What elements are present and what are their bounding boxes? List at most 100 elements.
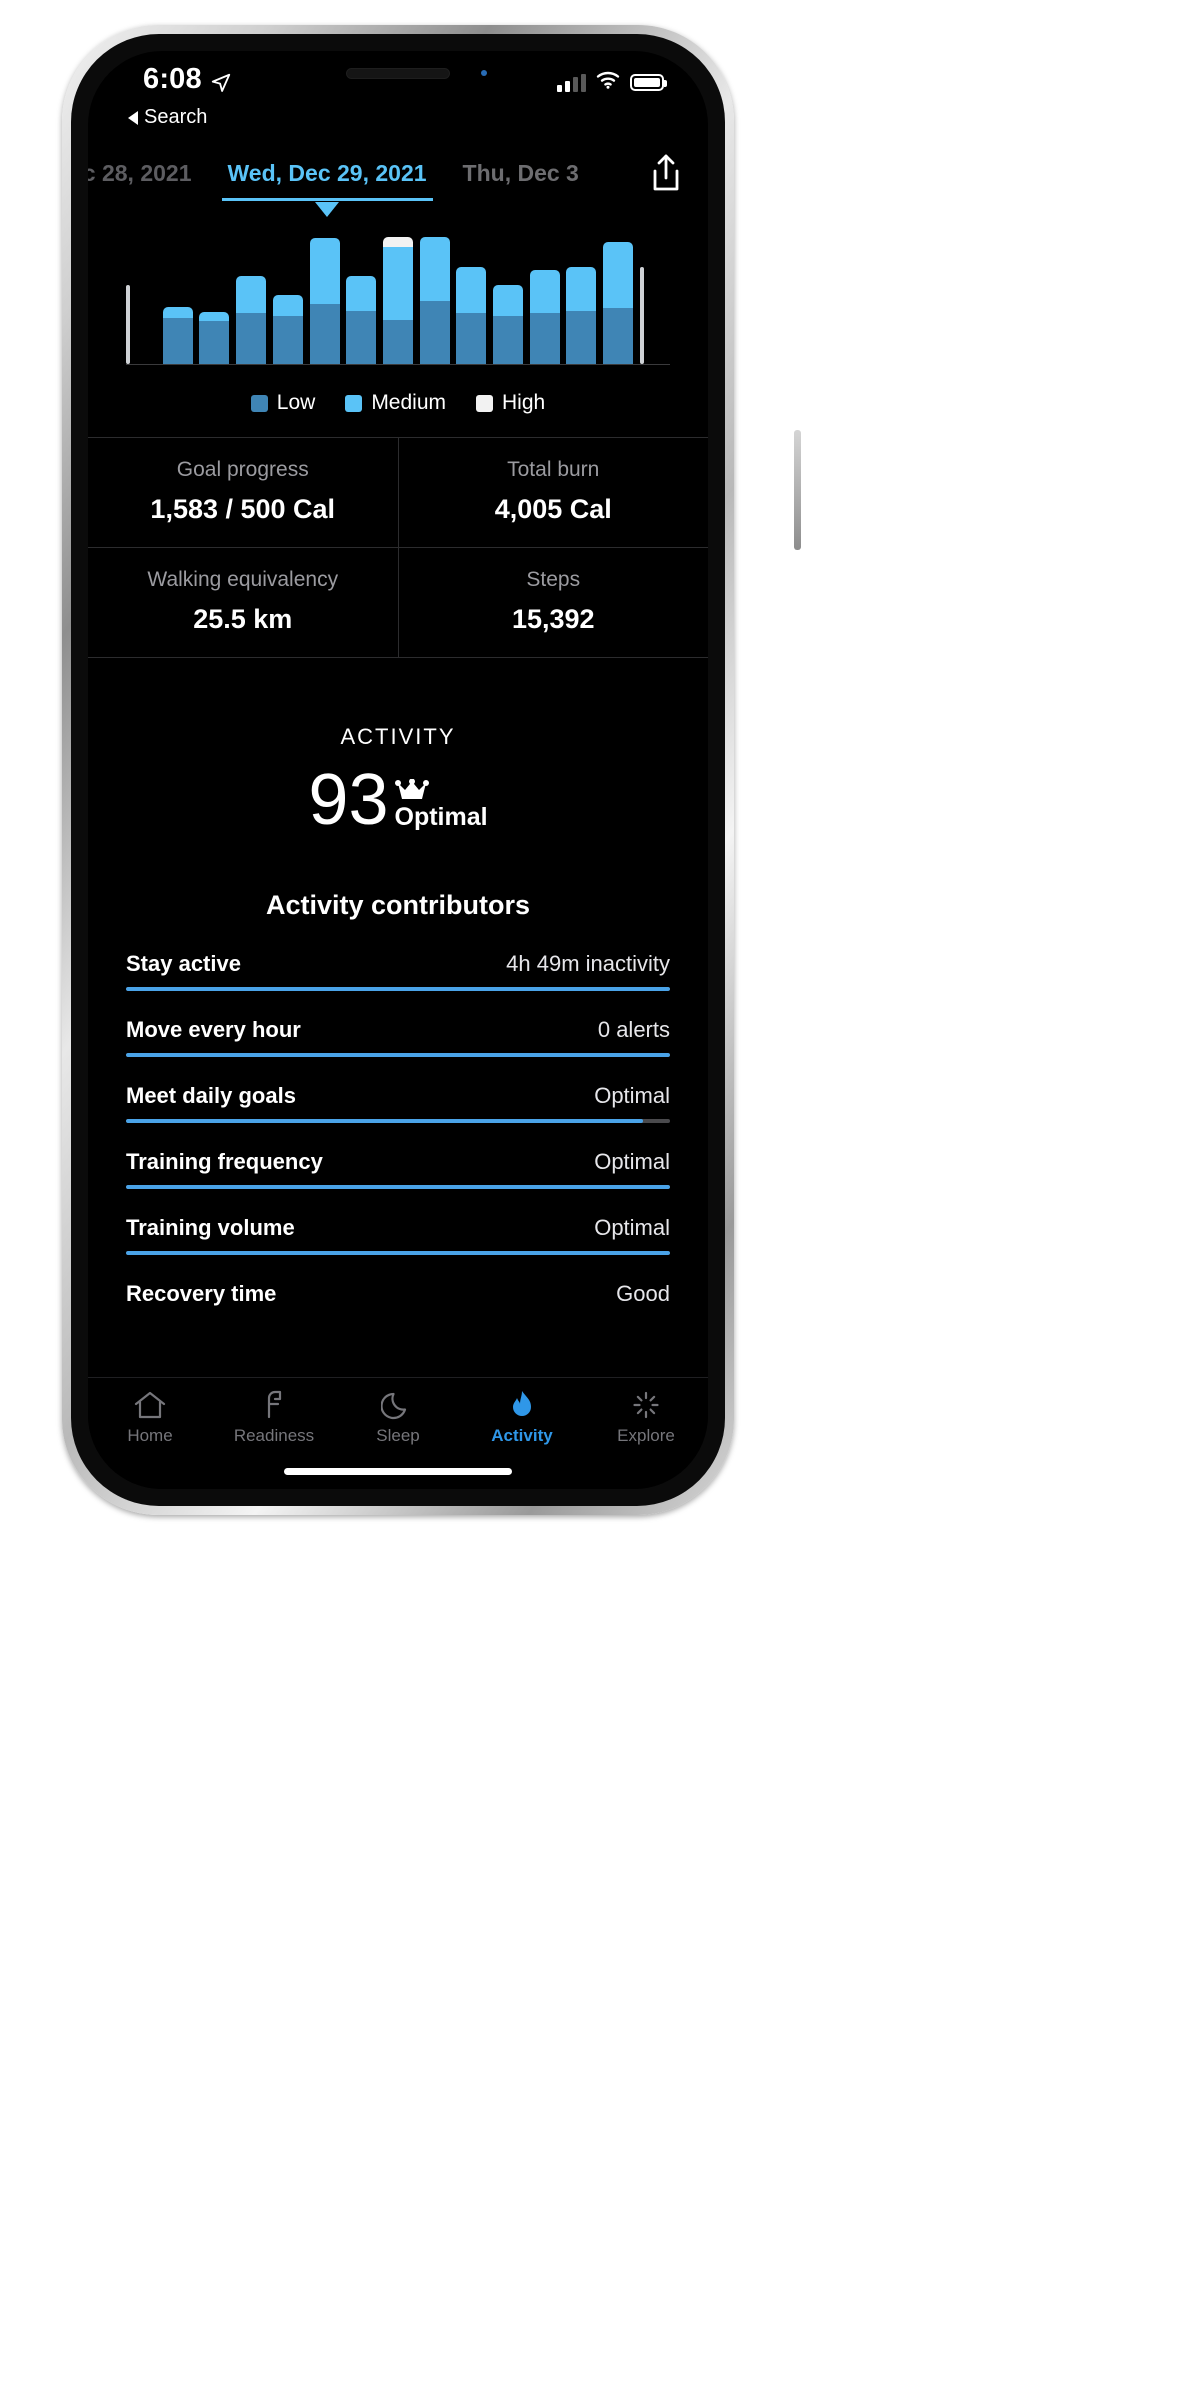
chart-bar-slot[interactable] xyxy=(272,237,303,364)
sun-burst-icon xyxy=(633,1391,659,1419)
chart-bar-segment-low xyxy=(162,318,193,364)
chart-edge-tick xyxy=(639,267,644,364)
date-scroll[interactable]: ec 28, 2021 Wed, Dec 29, 2021 Thu, Dec 3 xyxy=(88,160,708,217)
contributor-name: Training frequency xyxy=(126,1149,323,1175)
contributor-progress-track xyxy=(126,987,670,992)
tab-label-activity: Activity xyxy=(491,1426,553,1445)
chart-bar-segment-medium xyxy=(272,295,303,316)
legend-swatch-medium xyxy=(345,394,363,412)
tab-activity[interactable]: Activity xyxy=(460,1390,584,1446)
chart-bar[interactable] xyxy=(456,267,487,364)
chart-bar-slot[interactable] xyxy=(603,237,634,364)
tab-explore[interactable]: Explore xyxy=(584,1390,708,1446)
contributor-row[interactable]: Move every hour 0 alerts xyxy=(126,1017,670,1058)
contributor-row[interactable]: Recovery time Good xyxy=(126,1281,670,1307)
chart-bar[interactable] xyxy=(162,306,193,364)
chart-bar-slot[interactable] xyxy=(236,237,267,364)
chart-edge-tick-right xyxy=(639,237,670,364)
chart-bar-slot[interactable] xyxy=(419,237,450,364)
contributor-row[interactable]: Training volume Optimal xyxy=(126,1215,670,1256)
contributors-title: Activity contributors xyxy=(265,890,531,921)
readiness-icon xyxy=(267,1390,282,1419)
chart-bar[interactable] xyxy=(236,276,267,364)
stat-label: Goal progress xyxy=(176,458,309,481)
chart-bar[interactable] xyxy=(529,270,560,364)
chart-bar-segment-medium xyxy=(236,276,267,314)
chart-bar-segment-low xyxy=(529,313,560,364)
chart-bar-slot[interactable] xyxy=(382,237,413,364)
phone-screen: 6:08 Search c 28, 2021 Wed, Dec 29, 2021… xyxy=(88,51,708,1489)
date-tab-next[interactable]: Thu, Dec 3 xyxy=(445,160,597,187)
contributor-progress-track xyxy=(126,1119,670,1124)
chart-bar-segment-low xyxy=(603,308,634,364)
legend-item-low: Low xyxy=(250,391,315,415)
chart-bar[interactable] xyxy=(603,242,634,364)
power-button[interactable] xyxy=(794,430,801,550)
legend-label-medium: Medium xyxy=(371,391,447,414)
chart-bar-slot[interactable] xyxy=(309,237,340,364)
home-indicator[interactable] xyxy=(284,1468,512,1475)
tab-readiness[interactable]: Readiness xyxy=(212,1390,336,1446)
date-tab-caret-icon xyxy=(315,201,340,217)
chart-bar-segment-low xyxy=(419,300,450,364)
contributor-value: Optimal xyxy=(594,1083,670,1109)
chart-bar[interactable] xyxy=(493,285,524,364)
chart-bar[interactable] xyxy=(199,311,230,364)
chart-bar-slot[interactable] xyxy=(493,237,524,364)
contributor-progress-track xyxy=(126,1053,670,1058)
tab-label-sleep: Sleep xyxy=(376,1426,420,1445)
chart-bar-slot[interactable] xyxy=(529,237,560,364)
chart-bar-segment-medium xyxy=(162,306,193,319)
contributor-row[interactable]: Meet daily goals Optimal xyxy=(126,1083,670,1124)
contributor-head: Meet daily goals Optimal xyxy=(126,1083,670,1109)
legend-swatch-low xyxy=(250,394,268,412)
location-arrow-icon xyxy=(210,69,232,92)
chart-bar-slot[interactable] xyxy=(346,237,377,364)
contributor-row[interactable]: Training frequency Optimal xyxy=(126,1149,670,1190)
status-icons xyxy=(557,71,667,94)
chart-bar-slot[interactable] xyxy=(162,237,193,364)
chart-bar-segment-low xyxy=(236,313,267,364)
contributor-head: Training frequency Optimal xyxy=(126,1149,670,1175)
tab-label-readiness: Readiness xyxy=(233,1426,315,1445)
chart-bar-segment-high xyxy=(382,237,413,248)
contributor-progress-fill xyxy=(126,1251,670,1256)
contributor-row[interactable]: Stay active 4h 49m inactivity xyxy=(126,951,670,992)
stat-goal-progress: Goal progress 1,583 / 500 Cal xyxy=(88,438,398,547)
date-tab-prev[interactable]: ec 28, 2021 xyxy=(88,160,210,187)
stat-total-burn: Total burn 4,005 Cal xyxy=(397,438,709,547)
chart-bar[interactable] xyxy=(346,276,377,364)
contributor-value: Optimal xyxy=(594,1149,670,1175)
date-tab-selected[interactable]: Wed, Dec 29, 2021 xyxy=(210,160,445,217)
tab-home[interactable]: Home xyxy=(88,1390,212,1446)
chart-bar-slot[interactable] xyxy=(199,237,230,364)
chart-bar-slot[interactable] xyxy=(566,237,597,364)
share-button[interactable] xyxy=(646,151,686,195)
chart-bar-segment-medium xyxy=(419,237,450,301)
chart-bar[interactable] xyxy=(566,267,597,364)
chart-bar-segment-medium xyxy=(199,311,230,321)
notch xyxy=(282,51,514,99)
contributor-progress-fill xyxy=(126,1053,670,1058)
chart-bar-segment-medium xyxy=(603,242,634,309)
contributor-progress-fill xyxy=(126,1119,643,1124)
chart-bar[interactable] xyxy=(309,238,340,364)
chart-bar[interactable] xyxy=(382,237,413,364)
phone-frame: 6:08 Search c 28, 2021 Wed, Dec 29, 2021… xyxy=(62,25,801,1515)
wifi-icon xyxy=(596,71,620,94)
score-value: 93 xyxy=(308,760,389,840)
contributor-name: Meet daily goals xyxy=(126,1083,296,1109)
legend-item-medium: Medium xyxy=(345,391,446,415)
date-selector[interactable]: ec 28, 2021 Wed, Dec 29, 2021 Thu, Dec 3 xyxy=(88,143,708,217)
back-to-search-button[interactable]: Search xyxy=(128,106,207,129)
tab-sleep[interactable]: Sleep xyxy=(336,1390,460,1446)
back-label: Search xyxy=(144,106,208,128)
chart-bar-slot[interactable] xyxy=(456,237,487,364)
chart-bar[interactable] xyxy=(272,295,303,364)
contributor-head: Recovery time Good xyxy=(126,1281,670,1307)
crown-icon xyxy=(394,778,429,801)
chart-bar[interactable] xyxy=(419,237,450,364)
tab-label-explore: Explore xyxy=(617,1426,675,1445)
chart-bar-segment-medium xyxy=(382,247,413,320)
chart-bar-segment-low xyxy=(493,315,524,364)
